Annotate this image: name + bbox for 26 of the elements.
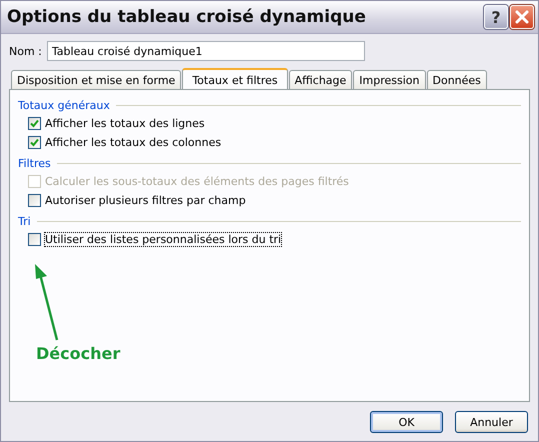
tab[interactable]: Affichage [288,70,352,89]
checkbox-label: Afficher les totaux des colonnes [45,136,222,149]
checkbox-label: Calculer les sous-totaux des éléments des pages filtrés [45,175,349,188]
checkbox[interactable] [28,194,41,207]
name-field[interactable]: Tableau croisé dynamique1 [46,41,365,61]
checkbox-label: Autoriser plusieurs filtres par champ [45,194,246,207]
checkbox[interactable] [28,117,41,130]
close-button[interactable] [510,5,534,29]
checkbox-label: Afficher les totaux des lignes [45,117,205,130]
section-title: Filtres [18,156,51,170]
section-title: Tri [18,214,31,228]
checkbox[interactable] [28,233,41,246]
help-button[interactable]: ? [484,5,508,29]
checkbox-label: Utiliser des listes personnalisées lors du tri [45,233,282,246]
name-label: Nom : [9,44,42,58]
annotation-text: Décocher [36,344,120,363]
checkbox[interactable] [28,136,41,149]
tab[interactable]: Données [426,70,487,89]
section-title: Totaux généraux [18,98,110,112]
close-icon [515,10,529,24]
window-title: Options du tableau croisé dynamique [7,7,366,27]
tab[interactable]: Impression [353,70,426,89]
tab[interactable]: Disposition et mise en forme [11,70,182,89]
dialog-button[interactable]: Annuler [455,411,528,433]
tab[interactable]: Totaux et filtres [182,68,288,90]
dialog-button[interactable]: OK [370,411,443,433]
